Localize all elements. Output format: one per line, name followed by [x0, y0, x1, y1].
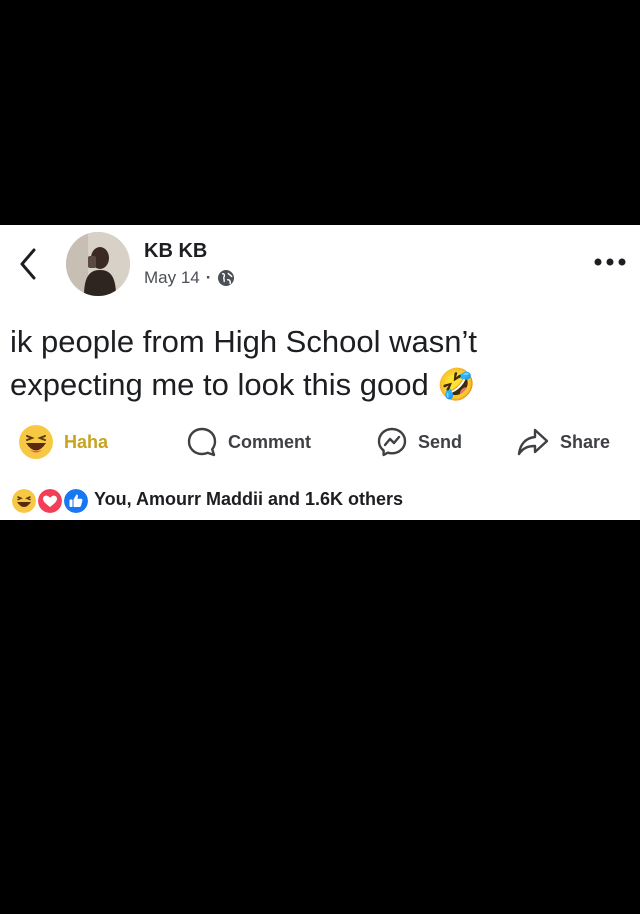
- author-name[interactable]: KB KB: [144, 240, 207, 263]
- share-icon: [517, 428, 549, 456]
- rofl-emoji: 🤣: [437, 367, 476, 402]
- avatar[interactable]: [66, 232, 130, 296]
- messenger-icon: [377, 427, 407, 457]
- comment-button[interactable]: Comment: [186, 420, 311, 464]
- post-date[interactable]: May 14: [144, 268, 200, 288]
- comment-label: Comment: [228, 431, 312, 452]
- love-icon: [36, 487, 64, 515]
- video-frame: KB KB May 14 · ik people from High Schoo…: [0, 0, 640, 914]
- more-options-button[interactable]: [592, 250, 628, 274]
- globe-icon: [218, 270, 235, 286]
- haha-button[interactable]: Haha: [18, 420, 108, 464]
- reactions-summary-text: You, Amourr Maddii and 1.6K others: [94, 488, 404, 509]
- profile-photo: [66, 232, 130, 296]
- action-bar: Haha Comment Send Share: [0, 420, 640, 464]
- reactions-summary[interactable]: You, Amourr Maddii and 1.6K others: [10, 484, 404, 515]
- send-button[interactable]: Send: [376, 420, 462, 464]
- like-icon: [62, 487, 90, 515]
- meta-separator: ·: [205, 268, 212, 287]
- post-text: ik people from High School wasn’t expect…: [10, 320, 610, 406]
- more-dots-icon: [594, 258, 626, 266]
- send-label: Send: [418, 431, 463, 452]
- share-button[interactable]: Share: [516, 420, 610, 464]
- post-meta: May 14 ·: [144, 268, 235, 288]
- haha-reaction-icon: [10, 487, 38, 515]
- chevron-left-icon: [20, 248, 36, 280]
- reaction-icon-stack: [10, 485, 90, 515]
- share-label: Share: [560, 431, 611, 452]
- haha-label: Haha: [64, 431, 109, 452]
- haha-icon: [19, 425, 53, 459]
- post-body: ik people from High School wasn’t expect…: [10, 324, 477, 402]
- comment-icon: [187, 427, 217, 457]
- back-button[interactable]: [14, 244, 42, 284]
